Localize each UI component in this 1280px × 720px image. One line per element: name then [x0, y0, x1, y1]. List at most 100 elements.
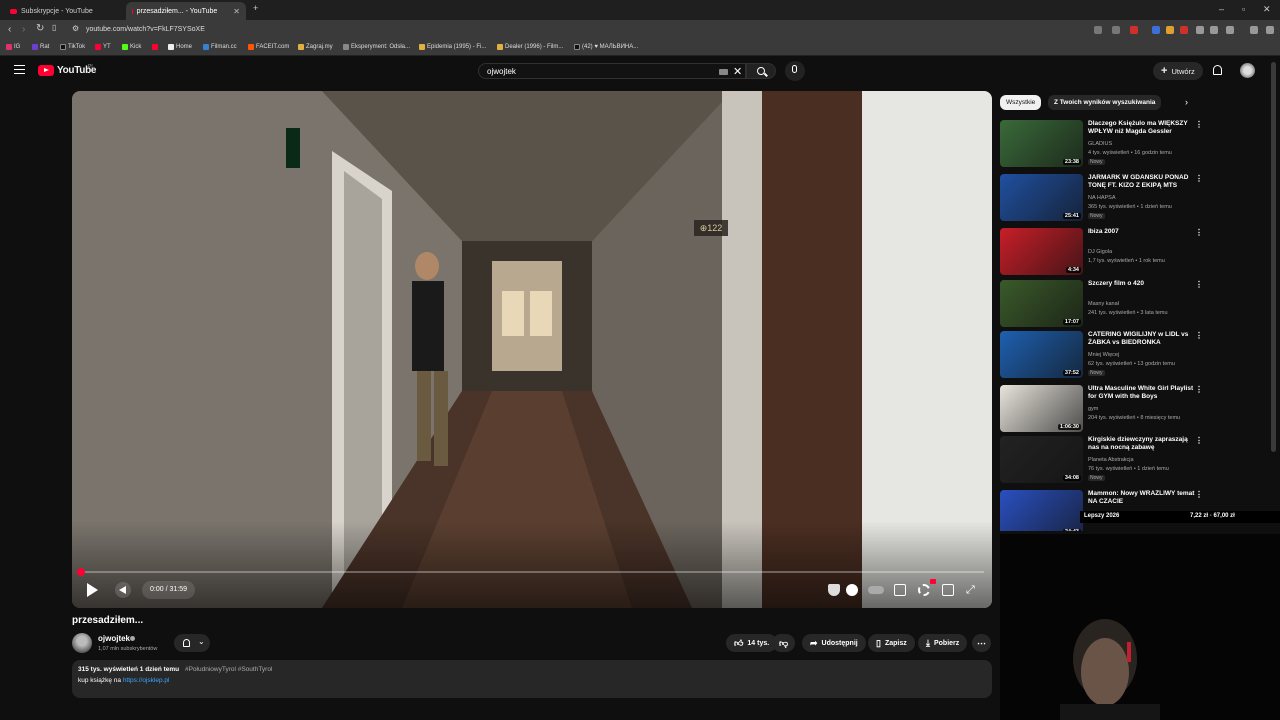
recommendation-title[interactable]: Ultra Masculine White Girl Playlist for …	[1088, 385, 1198, 401]
subscribe-notifications-button[interactable]: ⌄	[174, 634, 210, 652]
heart-icon[interactable]	[846, 584, 858, 596]
clear-search-icon[interactable]: ✕	[733, 65, 742, 78]
recommendation-channel[interactable]: Mniej Więcej	[1088, 352, 1119, 358]
extension-icon[interactable]	[1152, 26, 1160, 34]
bookmark-item[interactable]: IG	[6, 44, 20, 50]
progress-bar[interactable]	[80, 571, 984, 573]
minimize-icon[interactable]: –	[1219, 4, 1224, 14]
recommendation-title[interactable]: Mammon: Nowy WRAŻLIWY temat NA CZACIE	[1088, 490, 1198, 506]
extension-icon[interactable]	[1094, 26, 1102, 34]
save-button[interactable]: ▯ Zapisz	[868, 634, 915, 652]
recommendation-title[interactable]: Ibiza 2007	[1088, 228, 1198, 236]
maximize-icon[interactable]: ▫	[1242, 4, 1245, 14]
recommendation-item[interactable]: 17:07 Szczery film o 420 Masny kanał 241 ty…	[1000, 280, 1203, 328]
bookmark-item[interactable]	[152, 44, 158, 50]
channel-name[interactable]: ojwojtek	[98, 634, 130, 643]
hamburger-menu-icon[interactable]	[14, 65, 25, 74]
play-icon[interactable]	[84, 581, 100, 599]
close-window-icon[interactable]: ✕	[1263, 4, 1271, 15]
bookmark-item[interactable]: Filman.cc	[203, 44, 237, 50]
recommendation-title[interactable]: JARMARK W GDAŃSKU PONAD TONĘ FT. KIZO Z …	[1088, 174, 1198, 190]
search-input[interactable]: ojwojtek ✕	[478, 63, 746, 79]
bookmark-item[interactable]: FACEIT.com	[248, 44, 289, 50]
dislike-button[interactable]: 👎︎	[772, 634, 796, 652]
video-thumbnail[interactable]: 37:52	[1000, 331, 1083, 378]
recommendation-item[interactable]: 23:38 Dlaczego Księżulo ma WIĘKSZY WPŁYW …	[1000, 120, 1203, 168]
download-button[interactable]: ⤓ Pobierz	[918, 634, 968, 652]
bookmark-item[interactable]: Rat	[32, 44, 49, 50]
extension-icon[interactable]	[1196, 26, 1204, 34]
more-vertical-icon[interactable]: ⋮	[1195, 120, 1203, 129]
video-player[interactable]: ⊕122 0:00 / 31:59 ⤢	[72, 91, 992, 608]
recommendation-title[interactable]: Kirgiskie dziewczyny zapraszają nas na n…	[1088, 436, 1198, 452]
bookmark-item[interactable]: (42) ♥ МАЛЬВИНА...	[574, 44, 638, 50]
recommendation-item[interactable]: 1:06:30 Ultra Masculine White Girl Playli…	[1000, 385, 1203, 433]
recommendation-item[interactable]: 25:41 JARMARK W GDAŃSKU PONAD TONĘ FT. KI…	[1000, 174, 1203, 222]
more-vertical-icon[interactable]: ⋮	[1195, 490, 1200, 499]
channel-avatar[interactable]	[72, 633, 92, 653]
browser-tab-subscriptions[interactable]: Subskrypcje - YouTube	[4, 2, 99, 20]
autoplay-toggle[interactable]	[868, 586, 884, 594]
fullscreen-icon[interactable]: ⤢	[966, 584, 978, 596]
site-info-icon[interactable]: ⚙	[72, 24, 79, 33]
account-avatar[interactable]	[1240, 63, 1255, 78]
page-scrollbar[interactable]	[1271, 62, 1276, 452]
extension-icon[interactable]	[1112, 26, 1120, 34]
chevron-right-icon[interactable]: ›	[1185, 97, 1188, 107]
notifications-bell-icon[interactable]	[1213, 65, 1222, 75]
media-icon[interactable]	[1250, 26, 1258, 34]
subtitles-icon[interactable]	[894, 584, 906, 596]
create-button[interactable]: + Utwórz	[1153, 62, 1203, 80]
video-thumbnail[interactable]: 34:08	[1000, 436, 1083, 483]
forward-icon[interactable]: ›	[22, 24, 25, 35]
recommendation-channel[interactable]: GLADIUS	[1088, 141, 1112, 147]
recommendation-title[interactable]: CATERING WIGILIJNY w LIDL vs ŻABKA vs BI…	[1088, 331, 1198, 347]
more-vertical-icon[interactable]: ⋮	[1195, 385, 1203, 394]
bookmark-item[interactable]: Home	[168, 44, 192, 50]
link-icon[interactable]	[1226, 26, 1234, 34]
back-icon[interactable]: ‹	[8, 24, 11, 35]
new-tab-icon[interactable]: +	[253, 3, 258, 13]
theater-mode-icon[interactable]	[942, 584, 954, 596]
reload-icon[interactable]: ↻	[36, 23, 44, 34]
share-button[interactable]: ➦ Udostępnij	[802, 634, 866, 652]
url-field[interactable]: youtube.com/watch?v=FkLF7SYSoXE	[86, 26, 205, 33]
video-thumbnail[interactable]: 17:07	[1000, 280, 1083, 327]
menu-icon[interactable]	[1266, 26, 1274, 34]
download-icon[interactable]	[1210, 26, 1218, 34]
bookmark-page-icon[interactable]: ▯	[52, 23, 56, 32]
recommendation-channel[interactable]: gym	[1088, 406, 1098, 412]
browser-tab-current[interactable]: przesadziłem... - YouTube ✕	[126, 2, 246, 20]
voice-search-button[interactable]	[785, 61, 805, 81]
chip-all[interactable]: Wszystkie	[1000, 95, 1042, 110]
extension-icon[interactable]	[1180, 26, 1188, 34]
settings-gear-icon[interactable]	[918, 584, 930, 596]
keyboard-icon[interactable]	[719, 69, 728, 75]
video-thumbnail[interactable]: 23:38	[1000, 120, 1083, 167]
bookmark-item[interactable]: Zagraj.my	[298, 44, 333, 50]
recommendation-channel[interactable]: DJ Gigola	[1088, 249, 1112, 255]
bookmark-item[interactable]: Dealer (1996) - Film...	[497, 44, 563, 50]
extension-icon[interactable]	[1166, 26, 1174, 34]
recommendation-channel[interactable]: NA HAPSA	[1088, 195, 1116, 201]
more-vertical-icon[interactable]: ⋮	[1195, 331, 1203, 340]
recommendation-channel[interactable]: Planeta Abstrakcja	[1088, 457, 1134, 463]
recommendation-channel[interactable]: Masny kanał	[1088, 301, 1119, 307]
volume-icon[interactable]	[115, 582, 131, 598]
recommendation-item[interactable]: 4:34 Ibiza 2007 DJ Gigola 1,7 tys. wyświetl…	[1000, 228, 1203, 276]
more-vertical-icon[interactable]: ⋮	[1195, 436, 1203, 445]
search-button[interactable]	[746, 63, 776, 79]
recommendation-item[interactable]: 34:08 Kirgiskie dziewczyny zapraszają nas…	[1000, 436, 1203, 484]
progress-scrubber[interactable]	[77, 568, 85, 576]
hashtags[interactable]: #PołudniowyTyrol #SouthTyrol	[185, 666, 272, 673]
close-tab-icon[interactable]: ✕	[233, 7, 240, 16]
shield-icon[interactable]	[828, 584, 840, 596]
bookmark-item[interactable]: Epidemia (1995) - Fi...	[419, 44, 486, 50]
like-button[interactable]: 👍︎ 14 tys.	[726, 634, 778, 652]
bookmark-item[interactable]: YT	[95, 44, 111, 50]
recommendation-item[interactable]: 37:52 CATERING WIGILIJNY w LIDL vs ŻABKA …	[1000, 331, 1203, 379]
bookmark-item[interactable]: Kick	[122, 44, 141, 50]
recommendation-title[interactable]: Dlaczego Księżulo ma WIĘKSZY WPŁYW niż M…	[1088, 120, 1198, 136]
more-actions-button[interactable]: ⋯	[972, 634, 991, 652]
description-box[interactable]: 315 tys. wyświetleń 1 dzień temu #Połudn…	[72, 660, 992, 698]
